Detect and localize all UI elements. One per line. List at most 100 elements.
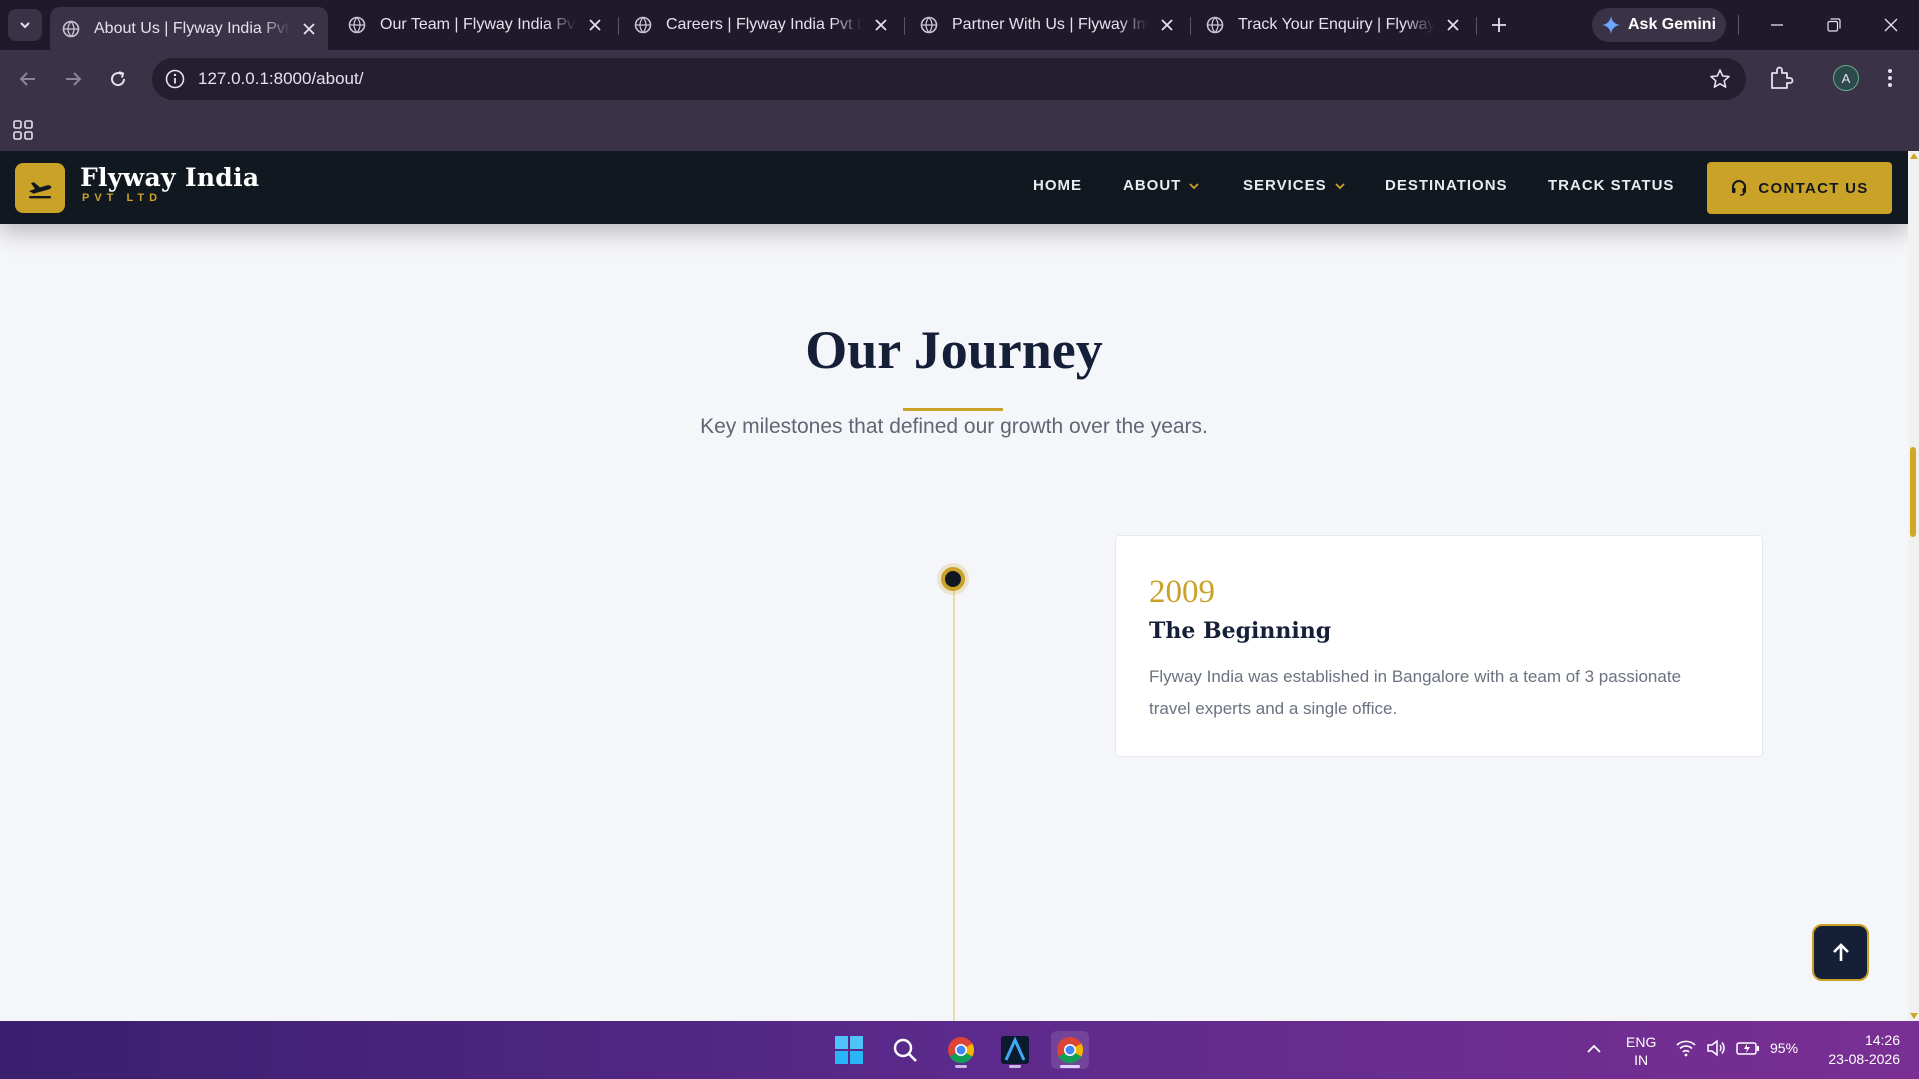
new-tab-button[interactable]: [1486, 12, 1512, 38]
nav-services-label: SERVICES: [1243, 177, 1327, 194]
chevron-up-icon[interactable]: [1585, 1040, 1603, 1058]
chrome-icon: [948, 1037, 975, 1064]
nav-about[interactable]: ABOUT: [1123, 177, 1200, 194]
brand[interactable]: Flyway India PVT LTD: [80, 163, 260, 205]
tab-title: About Us | Flyway India Pvt Ltd: [94, 19, 290, 37]
nav-track-status[interactable]: TRACK STATUS: [1548, 177, 1674, 194]
close-window-button[interactable]: [1871, 10, 1911, 40]
taskbar-chrome-active[interactable]: [1051, 1031, 1089, 1069]
milestone-year: 2009: [1149, 574, 1215, 610]
toolbar-separator: [1738, 15, 1739, 35]
language-code: ENG: [1626, 1034, 1657, 1050]
page-viewport: Flyway India PVT LTD HOME ABOUT SERVICES…: [0, 151, 1908, 1021]
close-icon[interactable]: [1442, 14, 1464, 36]
bookmarks-bar: [0, 107, 1919, 151]
region-code: IN: [1634, 1052, 1649, 1068]
system-tray[interactable]: 95%: [1676, 1039, 1798, 1057]
minimize-button[interactable]: [1757, 10, 1797, 40]
back-to-top-button[interactable]: [1812, 924, 1869, 981]
active-indicator: [1060, 1065, 1080, 1068]
address-bar[interactable]: 127.0.0.1:8000/about/: [152, 58, 1746, 100]
plus-icon: [1492, 18, 1506, 32]
timeline-line: [953, 581, 955, 1021]
windows-logo-icon: [835, 1036, 863, 1064]
taskbar-app[interactable]: [996, 1031, 1034, 1069]
globe-icon: [348, 16, 366, 34]
gemini-sparkle-icon: [1601, 16, 1620, 34]
minimize-icon: [1771, 24, 1783, 26]
taskbar-chrome[interactable]: [942, 1031, 980, 1069]
tab-partner-with-us[interactable]: Partner With Us | Flyway India: [908, 7, 1186, 43]
back-button[interactable]: [12, 63, 44, 95]
arrow-up-icon: [1832, 942, 1849, 961]
arrow-right-icon: [66, 72, 82, 86]
info-icon[interactable]: [164, 68, 186, 90]
globe-icon: [1206, 16, 1224, 34]
title-underline: [903, 408, 1003, 411]
tab-about-us[interactable]: About Us | Flyway India Pvt Ltd: [50, 7, 328, 50]
clock-time: 14:26: [1864, 1032, 1900, 1048]
chrome-icon: [1057, 1037, 1084, 1064]
tab-separator: [1190, 17, 1191, 35]
close-icon: [1884, 18, 1898, 32]
nav-home[interactable]: HOME: [1033, 177, 1082, 194]
apps-grid-icon[interactable]: [12, 119, 34, 141]
url-text[interactable]: 127.0.0.1:8000/about/: [198, 69, 363, 89]
headset-icon: [1732, 180, 1747, 196]
browser-toolbar: 127.0.0.1:8000/about/: [0, 50, 1919, 107]
tab-search-button[interactable]: [8, 9, 42, 41]
contact-us-button[interactable]: CONTACT US: [1707, 162, 1892, 214]
more-menu-icon[interactable]: [1880, 64, 1900, 92]
tab-title: Partner With Us | Flyway India: [952, 16, 1148, 33]
start-button[interactable]: [830, 1031, 868, 1069]
profile-avatar[interactable]: A: [1833, 65, 1859, 91]
site-logo[interactable]: [15, 163, 65, 213]
globe-icon: [62, 20, 80, 37]
system-clock[interactable]: 14:26 23-08-2026: [1810, 1031, 1900, 1069]
wifi-icon: [1676, 1040, 1696, 1057]
tab-separator: [1476, 17, 1477, 35]
tab-track-enquiry[interactable]: Track Your Enquiry | Flyway India: [1194, 7, 1472, 43]
globe-icon: [634, 16, 652, 34]
close-icon[interactable]: [584, 14, 606, 36]
language-indicator[interactable]: ENG IN: [1626, 1033, 1656, 1069]
search-icon: [893, 1038, 917, 1062]
section-subtitle: Key milestones that defined our growth o…: [700, 415, 1208, 438]
ask-gemini-button[interactable]: Ask Gemini: [1592, 8, 1726, 42]
bookmark-star-icon[interactable]: [1708, 67, 1732, 91]
restore-icon: [1827, 18, 1841, 32]
airplane-takeoff-icon: [29, 182, 52, 199]
nav-destinations-label: DESTINATIONS: [1385, 177, 1508, 194]
tab-careers[interactable]: Careers | Flyway India Pvt Ltd: [622, 7, 900, 43]
timeline-marker: [941, 567, 965, 591]
chevron-down-icon: [1189, 182, 1199, 189]
nav-destinations[interactable]: DESTINATIONS: [1385, 177, 1508, 194]
tab-title: Track Your Enquiry | Flyway India: [1238, 16, 1434, 33]
tab-title: Careers | Flyway India Pvt Ltd: [666, 16, 862, 33]
chevron-down-icon: [1334, 182, 1345, 189]
forward-button[interactable]: [57, 63, 89, 95]
restore-button[interactable]: [1814, 10, 1854, 40]
battery-charging-icon: [1736, 1042, 1759, 1055]
extensions-puzzle-icon[interactable]: [1766, 63, 1796, 93]
brand-name: Flyway India: [80, 163, 260, 192]
close-icon[interactable]: [298, 18, 320, 40]
clock-date: 23-08-2026: [1828, 1051, 1900, 1067]
scroll-up-arrow[interactable]: [1910, 153, 1918, 159]
running-indicator: [955, 1065, 967, 1068]
nav-about-label: ABOUT: [1123, 177, 1182, 194]
reload-button[interactable]: [102, 63, 134, 95]
nav-services[interactable]: SERVICES: [1243, 177, 1346, 194]
arrow-left-icon: [19, 72, 35, 86]
app-a-icon: [1001, 1036, 1029, 1064]
close-icon[interactable]: [1156, 14, 1178, 36]
scrollbar-thumb[interactable]: [1910, 447, 1916, 537]
gemini-label: Ask Gemini: [1627, 16, 1717, 33]
close-icon[interactable]: [870, 14, 892, 36]
site-header: Flyway India PVT LTD HOME ABOUT SERVICES…: [0, 151, 1908, 224]
page-scrollbar[interactable]: [1908, 151, 1919, 1021]
brand-subtitle: PVT LTD: [82, 192, 163, 204]
tab-our-team[interactable]: Our Team | Flyway India Pvt Ltd: [336, 7, 614, 43]
scroll-down-arrow[interactable]: [1910, 1013, 1918, 1019]
taskbar-search-button[interactable]: [886, 1031, 924, 1069]
